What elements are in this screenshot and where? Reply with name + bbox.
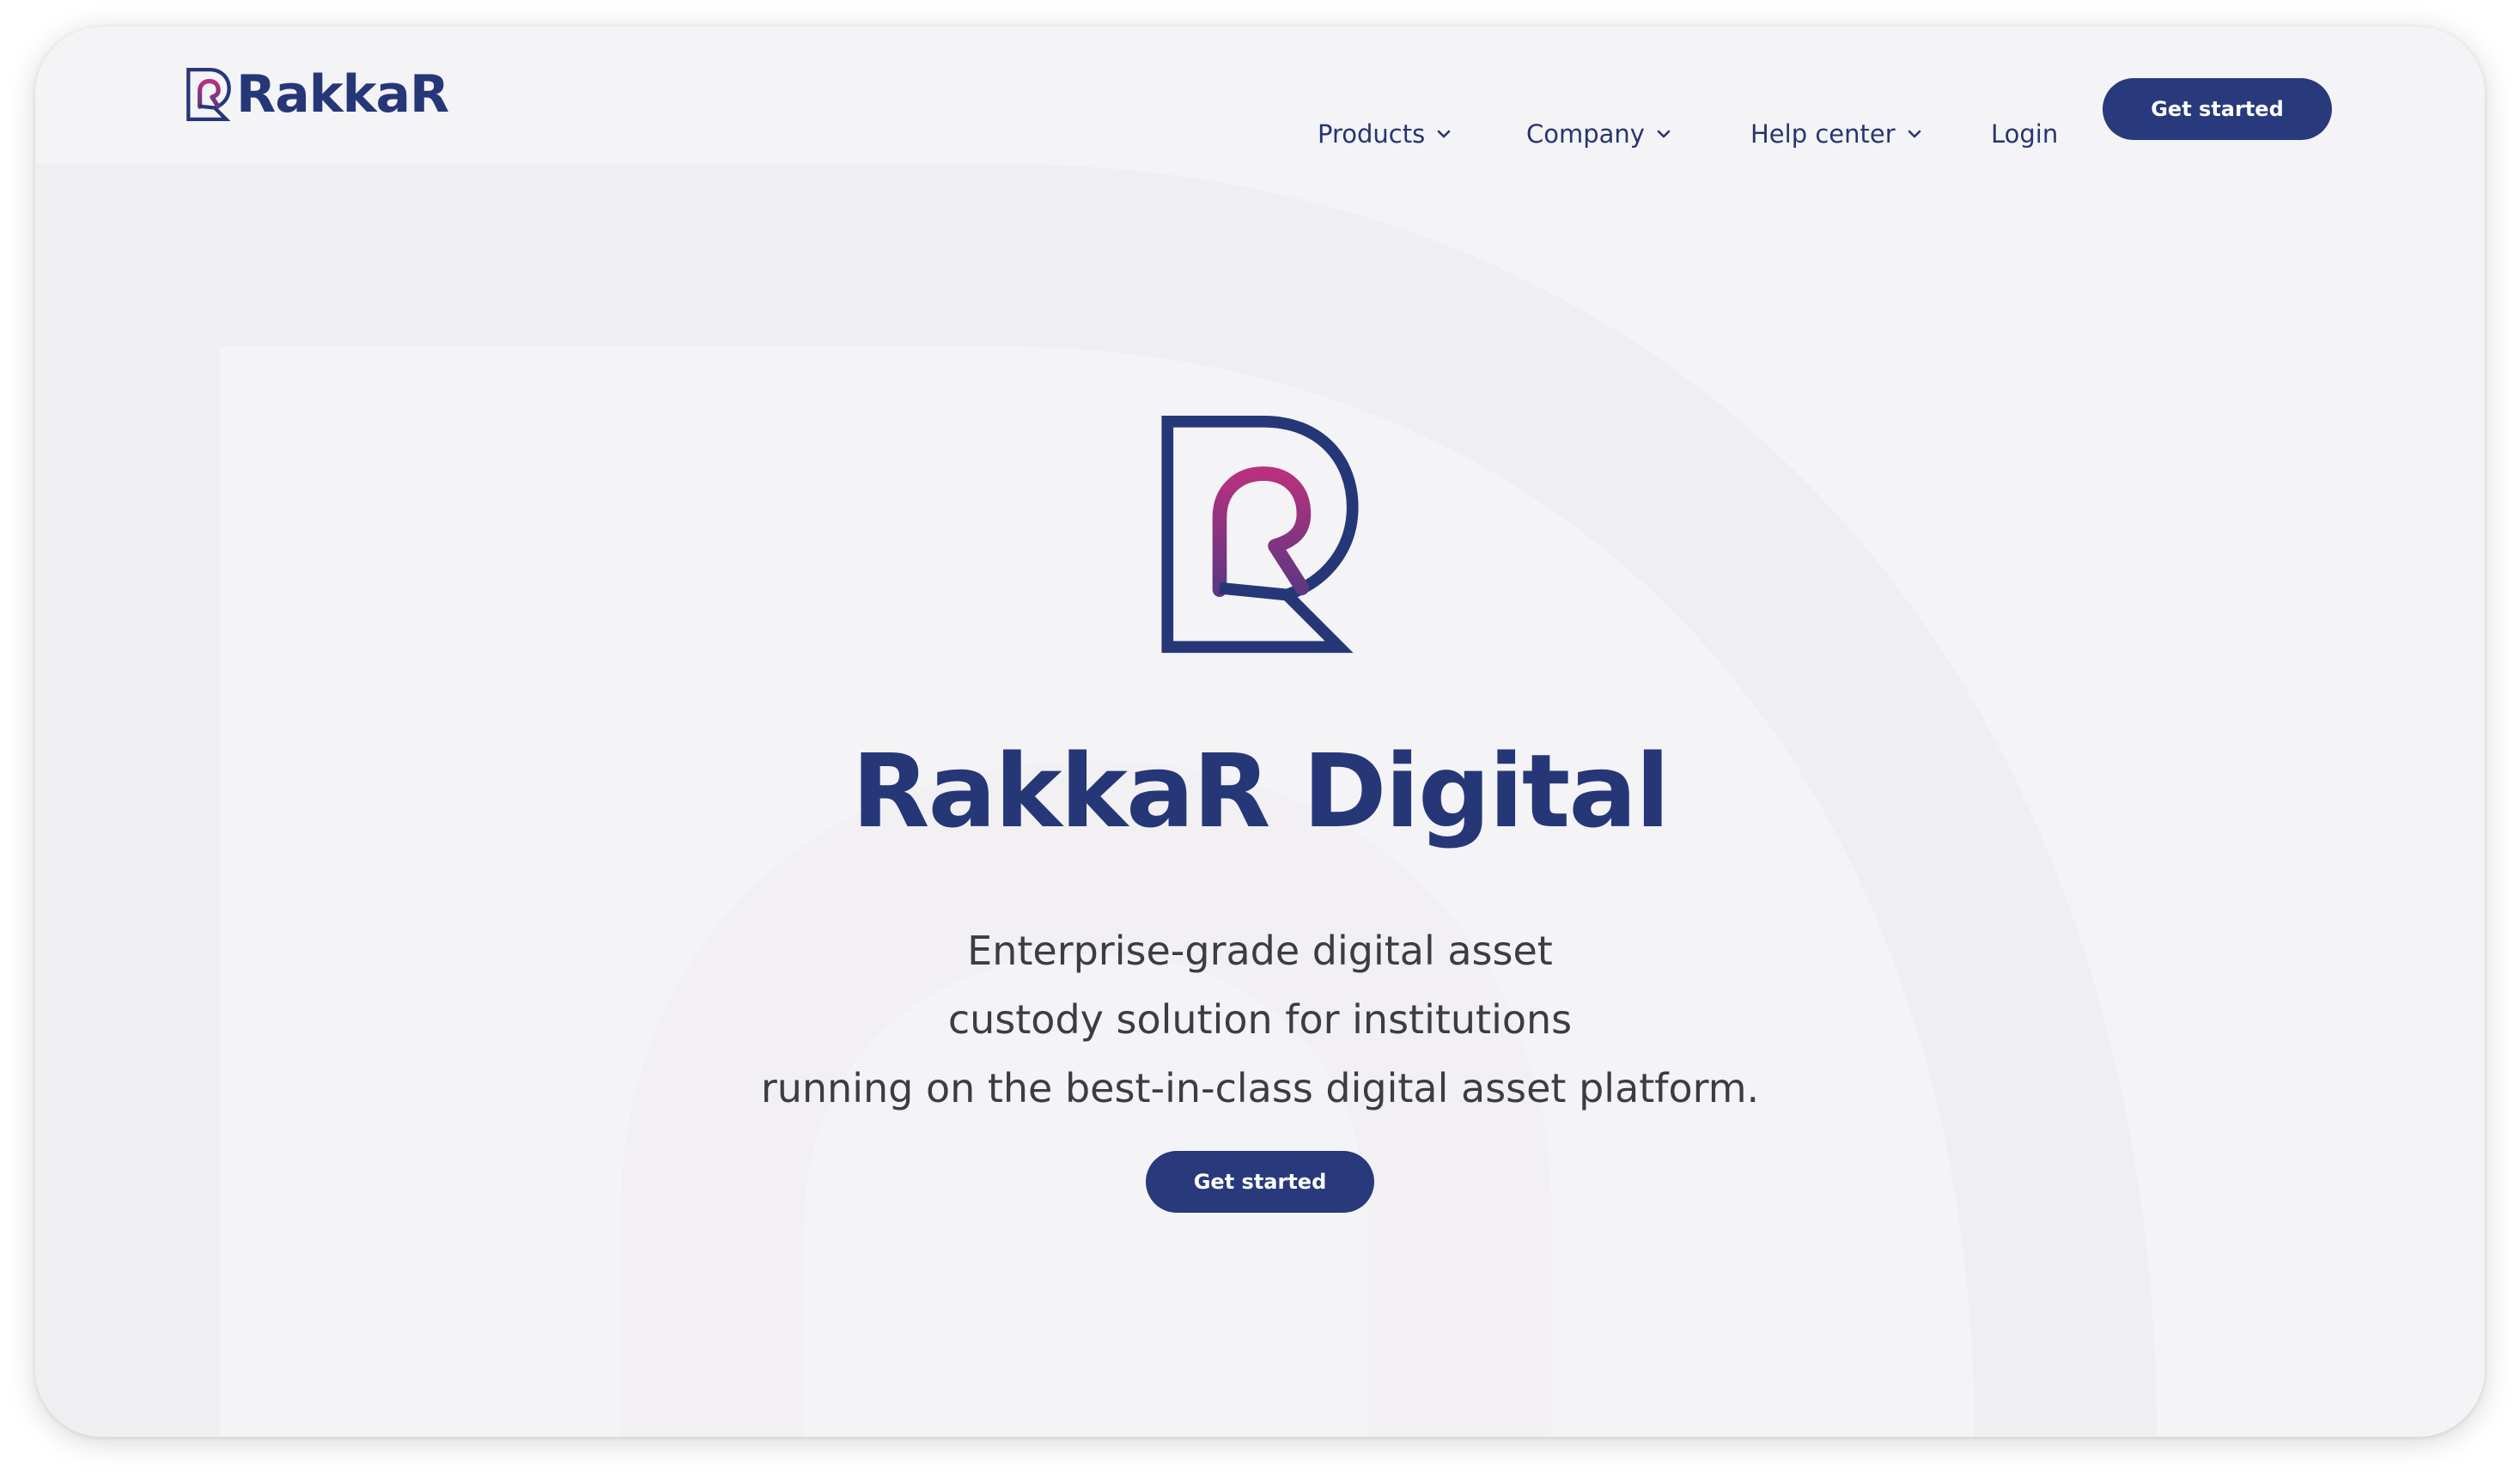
chevron-down-icon (1437, 130, 1451, 138)
brand-logo[interactable]: RakkaR (186, 64, 449, 125)
hero-subtitle-line: custody solution for institutions (947, 996, 1573, 1043)
nav-company[interactable]: Company (1526, 104, 1671, 164)
hero-subtitle: Enterprise-grade digital asset custody s… (35, 916, 2485, 1123)
hero-title: RakkaR Digital (851, 732, 1671, 850)
nav-help-center-label: Help center (1750, 119, 1896, 149)
nav-get-started-button[interactable]: Get started (2103, 78, 2332, 140)
brand-wordmark: RakkaR (236, 64, 449, 125)
rakkar-logo-icon (186, 68, 231, 121)
nav-products-label: Products (1318, 119, 1426, 149)
hero-subtitle-line: running on the best-in-class digital ass… (760, 1065, 1760, 1111)
nav-products[interactable]: Products (1318, 104, 1451, 164)
nav-login[interactable]: Login (1991, 104, 2058, 164)
hero-section: RakkaR Digital Enterprise-grade digital … (35, 27, 2485, 1437)
nav-company-label: Company (1526, 119, 1645, 149)
hero-get-started-button[interactable]: Get started (1146, 1151, 1374, 1213)
hero-subtitle-line: Enterprise-grade digital asset (967, 928, 1553, 974)
rakkar-hero-logo-icon (1161, 415, 1359, 654)
browser-window: RakkaR Products Company Help center Logi… (35, 27, 2485, 1437)
nav-login-label: Login (1991, 119, 2059, 149)
chevron-down-icon (1657, 130, 1671, 138)
hero-get-started-label: Get started (1193, 1170, 1327, 1194)
nav-get-started-label: Get started (2151, 97, 2284, 121)
top-navigation: RakkaR Products Company Help center Logi… (35, 27, 2485, 164)
nav-help-center[interactable]: Help center (1750, 104, 1921, 164)
chevron-down-icon (1908, 130, 1920, 138)
